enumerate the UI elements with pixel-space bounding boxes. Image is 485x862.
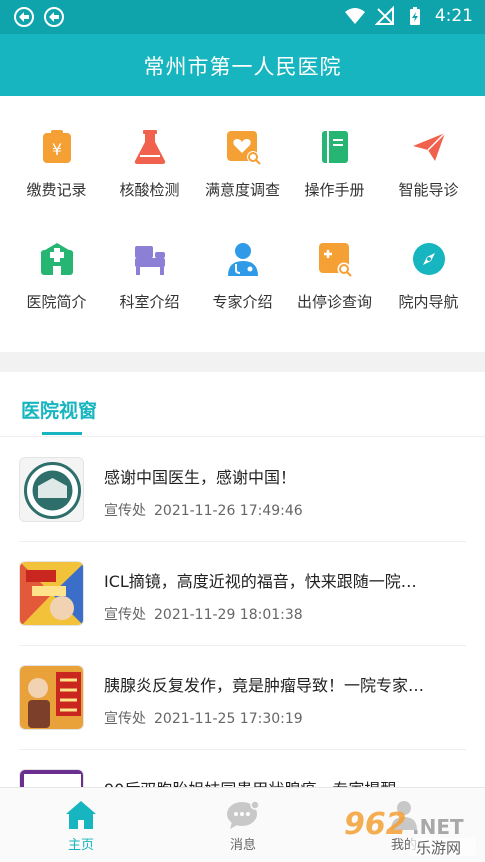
wifi-icon — [344, 8, 365, 24]
news-thumbnail — [19, 665, 84, 730]
news-item[interactable]: 胰腺炎反复发作，竟是肿瘤导致！一院专家… 宣传处 2021-11-25 17:30… — [0, 646, 485, 750]
payment-icon: ¥ — [42, 130, 71, 163]
hospital-news-section: 医院视窗 感谢中国医生，感谢中国！ 宣传处 2021-11-26 17:49:46… — [0, 372, 485, 834]
compass-icon — [412, 243, 445, 275]
grid-item-user-manual[interactable]: 操作手册 — [286, 128, 383, 228]
book-icon — [321, 131, 348, 163]
news-item[interactable]: 感谢中国医生，感谢中国！ 宣传处 2021-11-26 17:49:46 — [0, 438, 485, 542]
app-notification-icon — [44, 7, 64, 27]
grid-item-department-intro[interactable]: 科室介绍 — [101, 240, 198, 340]
status-bar: 4:21 — [0, 0, 485, 34]
hospital-icon — [39, 243, 74, 275]
svg-text:.NET: .NET — [412, 815, 464, 839]
news-meta: 宣传处 2021-11-29 18:01:38 — [104, 607, 303, 623]
doctor-icon — [227, 243, 258, 276]
news-thumbnail — [19, 561, 84, 626]
clock: 4:21 — [434, 6, 473, 26]
news-title: 感谢中国医生，感谢中国！ — [104, 468, 297, 487]
grid-item-nucleic-acid-test[interactable]: 核酸检测 — [101, 128, 198, 228]
bed-icon — [134, 246, 165, 275]
grid-item-indoor-navigation[interactable]: 院内导航 — [380, 240, 477, 340]
grid-item-smart-triage[interactable]: 智能导诊 — [380, 128, 477, 228]
tab-home[interactable]: 主页 — [0, 788, 162, 862]
grid-item-clinic-schedule-query[interactable]: 出停诊查询 — [286, 240, 383, 340]
svg-text:乐游网: 乐游网 — [416, 839, 461, 857]
news-meta: 宣传处 2021-11-26 17:49:46 — [104, 503, 303, 519]
svg-text:962: 962 — [344, 807, 407, 842]
watermark-logo: 962 .NET 乐游网 — [344, 807, 476, 857]
grid-item-payment-records[interactable]: ¥ 缴费记录 — [8, 128, 105, 228]
app-header: 常州市第一人民医院 — [0, 34, 485, 96]
no-signal-icon — [374, 6, 394, 25]
section-title: 医院视窗 — [21, 400, 98, 422]
section-underline — [42, 432, 82, 435]
survey-icon — [226, 131, 261, 165]
news-title: 胰腺炎反复发作，竟是肿瘤导致！一院专家… — [104, 676, 425, 695]
svg-text:¥: ¥ — [51, 140, 61, 159]
news-meta: 宣传处 2021-11-25 17:30:19 — [104, 711, 303, 727]
battery-charging-icon — [409, 7, 420, 25]
grid-item-expert-intro[interactable]: 专家介绍 — [194, 240, 291, 340]
chat-bubble-icon — [227, 800, 260, 829]
news-thumbnail — [19, 457, 84, 522]
grid-item-satisfaction-survey[interactable]: 满意度调查 — [194, 128, 291, 228]
paper-plane-icon — [412, 132, 446, 161]
home-icon — [66, 801, 96, 829]
flask-icon — [134, 130, 165, 164]
news-item[interactable]: ICL摘镜，高度近视的福音，快来跟随一院… 宣传处 2021-11-29 18:0… — [0, 542, 485, 646]
grid-item-hospital-profile[interactable]: 医院简介 — [8, 240, 105, 340]
divider — [0, 436, 485, 437]
feature-grid: ¥ 缴费记录 核酸检测 满意度调查 操作手册 智能导诊 医院简介 科室介绍 专家… — [0, 96, 485, 352]
app-notification-icon — [14, 7, 34, 27]
schedule-search-icon — [318, 243, 352, 277]
page-title: 常州市第一人民医院 — [143, 55, 342, 79]
bottom-tab-bar: 主页 消息 我的 962 .NET 乐游网 — [0, 787, 485, 862]
tab-messages[interactable]: 消息 — [162, 788, 324, 862]
news-title: ICL摘镜，高度近视的福音，快来跟随一院… — [104, 572, 417, 591]
